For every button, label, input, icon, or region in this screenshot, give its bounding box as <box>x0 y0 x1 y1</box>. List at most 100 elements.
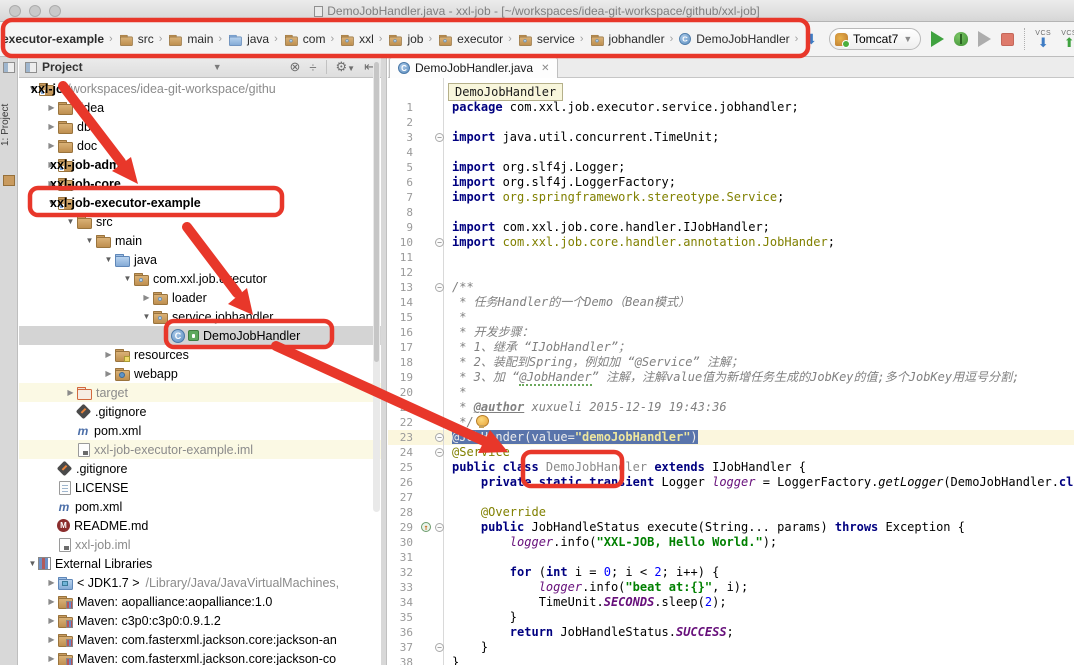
tree-item-label: resources <box>134 348 189 362</box>
breadcrumb-chevron-icon: › <box>274 33 278 45</box>
line-number: 1 <box>388 100 443 115</box>
tree-item-maven-aopalliance-aopalliance-1-0[interactable]: ▶Maven: aopalliance:aopalliance:1.0 <box>19 592 381 611</box>
breadcrumb-item-java[interactable]: java <box>227 32 269 47</box>
tree-item-label: com.xxl.job.executor <box>153 272 267 286</box>
tree-item-db[interactable]: ▶db <box>19 117 381 136</box>
fold-marker-icon[interactable]: − <box>435 643 444 652</box>
tree-item-demojobhandler[interactable]: CDemoJobHandler <box>19 326 381 345</box>
tree-item-xxl-job-executor-example[interactable]: ▼xxl-job-executor-example <box>19 193 381 212</box>
line-number: 38 <box>388 655 443 665</box>
editor-body[interactable]: 123−45678910−111213−14151617181920212223… <box>388 78 1074 665</box>
project-toolwindow-icon[interactable] <box>3 62 15 73</box>
breadcrumb-item-job[interactable]: job <box>387 32 423 47</box>
tree-item-com-xxl-job-executor[interactable]: ▼com.xxl.job.executor <box>19 269 381 288</box>
tree-item--gitignore[interactable]: .gitignore <box>19 459 381 478</box>
tree-item-target[interactable]: ▶target <box>19 383 381 402</box>
breadcrumb-item-demojobhandler[interactable]: CDemoJobHandler <box>678 32 789 46</box>
line-number: 27 <box>388 490 443 505</box>
tree-item-xxl-job-core[interactable]: ▶xxl-job-core <box>19 174 381 193</box>
tree-item-maven-c3p0-c3p0-0-9-1-2[interactable]: ▶Maven: c3p0:c3p0:0.9.1.2 <box>19 611 381 630</box>
line-number: 16 <box>388 325 443 340</box>
tree-item-maven-com-fasterxml-jackson-core-jackson-co[interactable]: ▶Maven: com.fasterxml.jackson.core:jacks… <box>19 649 381 665</box>
override-method-icon[interactable]: ↑ <box>421 522 431 532</box>
run-button[interactable] <box>931 31 944 47</box>
collapse-icon[interactable]: ÷ <box>309 60 316 75</box>
line-number: 4 <box>388 145 443 160</box>
fold-marker-icon[interactable]: − <box>435 448 444 457</box>
breadcrumb: executor-example›src›main›java›com›xxl›j… <box>0 22 815 56</box>
tree-item-label: Maven: aopalliance:aopalliance:1.0 <box>77 595 272 609</box>
tree-item-label: Maven: c3p0:c3p0:0.9.1.2 <box>77 614 221 628</box>
chevron-collapsed-icon: ▶ <box>46 654 57 663</box>
breadcrumb-item-src[interactable]: src <box>118 32 154 47</box>
panel-splitter[interactable] <box>381 57 387 665</box>
breadcrumb-item-service[interactable]: service <box>517 32 575 47</box>
close-icon[interactable]: ✕ <box>541 63 549 74</box>
fold-marker-icon[interactable]: − <box>435 133 444 142</box>
tree-item-xxl-job-iml[interactable]: xxl-job.iml <box>19 535 381 554</box>
tree-item--idea[interactable]: ▶.idea <box>19 98 381 117</box>
tree-item-license[interactable]: LICENSE <box>19 478 381 497</box>
run-configuration-select[interactable]: Tomcat7 ▼ <box>829 28 921 50</box>
tree-item-xxl-job-executor-example-iml[interactable]: xxl-job-executor-example.iml <box>19 440 381 459</box>
package-icon <box>133 271 149 286</box>
editor-tab-bar: C DemoJobHandler.java ✕ <box>388 57 1074 78</box>
tree-item-webapp[interactable]: ▶webapp <box>19 364 381 383</box>
code-line-9: import com.xxl.job.core.handler.IJobHand… <box>444 220 1074 235</box>
tree-item-xxl-job[interactable]: ▼xxl-job~/workspaces/idea-git-workspace/… <box>19 79 381 98</box>
fold-marker-icon[interactable]: − <box>435 238 444 247</box>
chevron-down-icon[interactable]: ▼ <box>213 62 222 72</box>
breadcrumb-item-main[interactable]: main <box>167 32 213 47</box>
git-icon <box>57 461 73 477</box>
fold-marker-icon[interactable]: − <box>435 433 444 442</box>
breadcrumb-item-xxl[interactable]: xxl <box>339 32 374 47</box>
run-toolbar: Tomcat7 ▼ VCS⬇ VCS⬆ <box>829 28 1074 50</box>
tree-item-readme-md[interactable]: MREADME.md <box>19 516 381 535</box>
breadcrumb-item-executor-example[interactable]: executor-example <box>2 32 104 46</box>
tree-item--gitignore[interactable]: .gitignore <box>19 402 381 421</box>
tree-item-resources[interactable]: ▶resources <box>19 345 381 364</box>
coverage-button[interactable] <box>978 31 991 47</box>
navigate-down-icon[interactable]: ⬇ <box>805 31 815 48</box>
line-number: 18 <box>388 355 443 370</box>
debug-button[interactable] <box>954 32 968 46</box>
class-icon: C <box>171 329 185 343</box>
code-line-20: * <box>444 385 1074 400</box>
tree-item-loader[interactable]: ▶loader <box>19 288 381 307</box>
tree-item-path: /Library/Java/JavaVirtualMachines, <box>146 576 340 590</box>
favorites-toolwindow-icon[interactable] <box>3 175 15 186</box>
mavenlib-icon <box>57 613 73 628</box>
stop-button[interactable] <box>1001 33 1014 46</box>
maven-icon: m <box>57 500 71 514</box>
tree-item-java[interactable]: ▼java <box>19 250 381 269</box>
vcs-update-button[interactable]: VCS⬇ <box>1035 30 1051 49</box>
gear-icon[interactable]: ⚙▼ <box>336 59 356 75</box>
code-line-32: for (int i = 0; i < 2; i++) { <box>444 565 1074 580</box>
tree-item-src[interactable]: ▼src <box>19 212 381 231</box>
fold-marker-icon[interactable]: − <box>435 283 444 292</box>
breadcrumb-item-jobhandler[interactable]: jobhandler <box>589 32 665 47</box>
tree-item-maven-com-fasterxml-jackson-core-jackson-an[interactable]: ▶Maven: com.fasterxml.jackson.core:jacks… <box>19 630 381 649</box>
project-toolwindow-label[interactable]: 1: Project <box>0 79 18 171</box>
intention-bulb-icon[interactable] <box>476 415 487 428</box>
fold-marker-icon[interactable]: − <box>435 523 444 532</box>
folder-icon <box>57 100 73 115</box>
tree-item--jdk1-7-[interactable]: ▶< JDK1.7 >/Library/Java/JavaVirtualMach… <box>19 573 381 592</box>
tree-item-pom-xml[interactable]: mpom.xml <box>19 497 381 516</box>
tree-item-label: README.md <box>74 519 148 533</box>
breadcrumb-item-executor[interactable]: executor <box>437 32 503 47</box>
code-area[interactable]: package com.xxl.job.executor.service.job… <box>444 78 1074 665</box>
tree-item-service-jobhandler[interactable]: ▼service.jobhandler <box>19 307 381 326</box>
line-number: 24− <box>388 445 443 460</box>
vcs-commit-button[interactable]: VCS⬆ <box>1061 30 1074 49</box>
code-line-1: package com.xxl.job.executor.service.job… <box>444 100 1074 115</box>
tree-scrollbar[interactable] <box>373 62 380 512</box>
locate-icon[interactable]: ⊗ <box>289 59 300 75</box>
tree-item-doc[interactable]: ▶doc <box>19 136 381 155</box>
tree-item-external-libraries[interactable]: ▼External Libraries <box>19 554 381 573</box>
tree-item-main[interactable]: ▼main <box>19 231 381 250</box>
tab-demojobhandler[interactable]: C DemoJobHandler.java ✕ <box>389 57 558 78</box>
tree-item-pom-xml[interactable]: mpom.xml <box>19 421 381 440</box>
tree-item-xxl-job-admin[interactable]: ▶xxl-job-admin <box>19 155 381 174</box>
breadcrumb-item-com[interactable]: com <box>283 32 326 47</box>
